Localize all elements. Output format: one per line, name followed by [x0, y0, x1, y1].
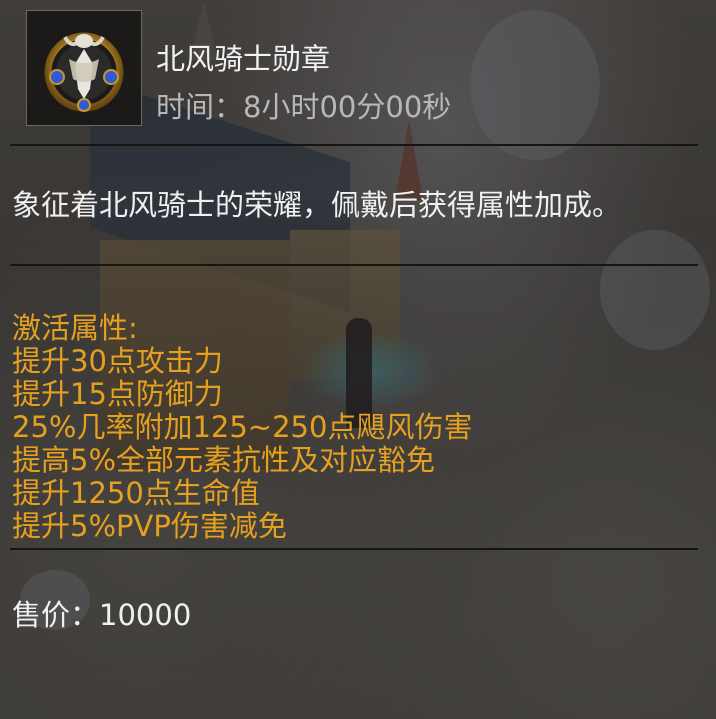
item-duration: 时间：8小时00分00秒	[156, 84, 451, 126]
duration-label: 时间：	[156, 90, 244, 124]
attribute-line: 提升30点攻击力	[12, 344, 223, 378]
attribute-line: 提升5%PVP伤害减免	[12, 509, 287, 543]
divider	[10, 548, 698, 550]
attribute-line: 提升1250点生命值	[12, 476, 260, 510]
sell-price: 售价：10000	[12, 592, 191, 634]
attribute-list: 激活属性: 提升30点攻击力 提升15点防御力 25%几率附加125~250点飓…	[12, 312, 472, 543]
attribute-line: 提高5%全部元素抗性及对应豁免	[12, 443, 436, 477]
attribute-line: 25%几率附加125~250点飓风伤害	[12, 410, 473, 444]
item-tooltip: 北风骑士勋章 时间：8小时00分00秒 象征着北风骑士的荣耀，佩戴后获得属性加成…	[0, 0, 716, 719]
medal-icon	[44, 32, 124, 112]
price-value: 10000	[99, 598, 192, 632]
attribute-header: 激活属性:	[12, 311, 138, 345]
item-icon-slot[interactable]	[26, 10, 142, 126]
attribute-line: 提升15点防御力	[12, 377, 223, 411]
item-description: 象征着北风骑士的荣耀，佩戴后获得属性加成。	[12, 188, 622, 222]
divider	[10, 264, 698, 266]
divider	[10, 144, 698, 146]
price-label: 售价：	[12, 598, 100, 632]
item-name: 北风骑士勋章	[156, 42, 331, 76]
duration-value: 8小时00分00秒	[243, 90, 452, 124]
